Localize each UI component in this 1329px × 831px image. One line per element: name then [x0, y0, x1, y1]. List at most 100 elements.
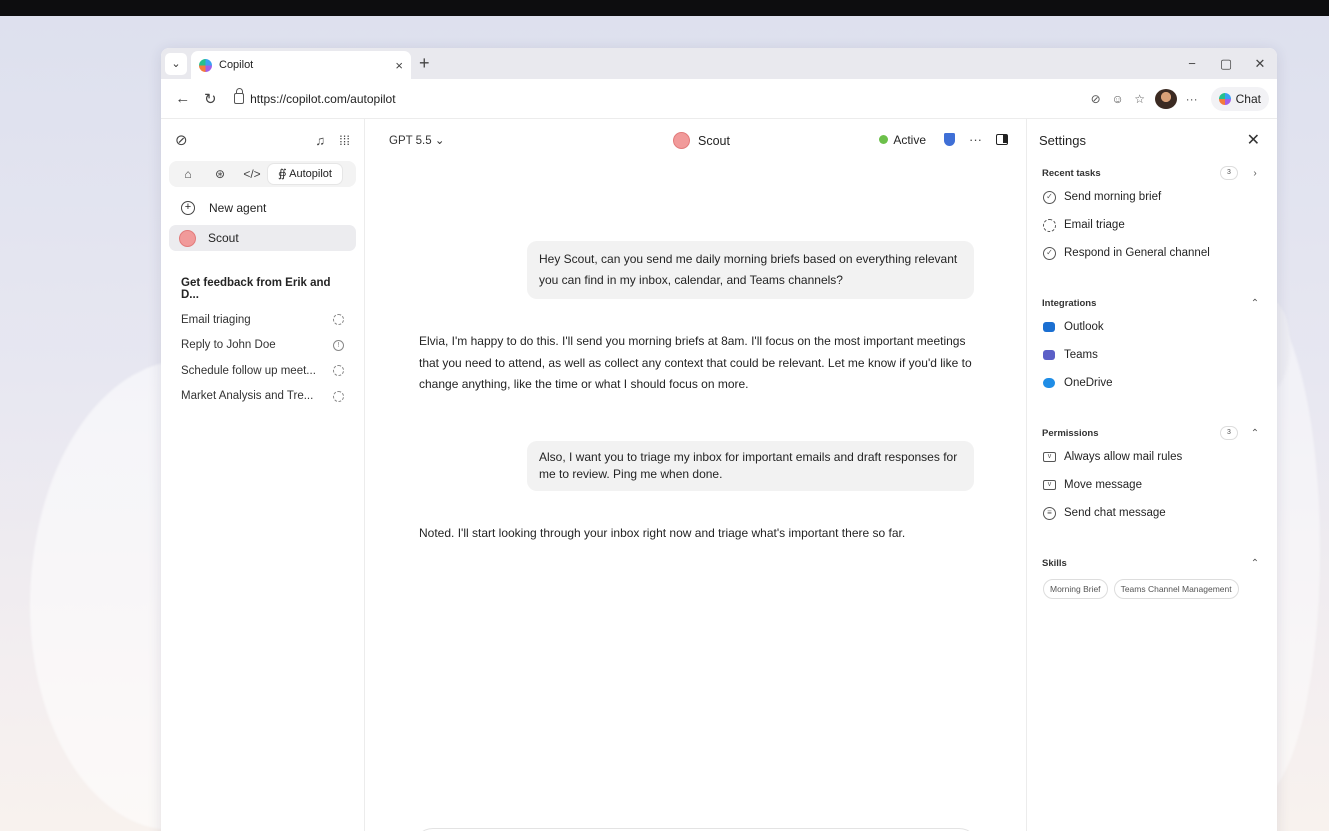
agents-icon[interactable]: ⊛: [204, 167, 236, 181]
more-icon[interactable]: ···: [1181, 92, 1203, 106]
screen-top-bar: [0, 0, 1329, 16]
copilot-chat-button[interactable]: Chat: [1210, 86, 1269, 111]
url-field[interactable]: https://copilot.com/autopilot: [228, 86, 1077, 112]
minimize-button[interactable]: −: [1175, 56, 1209, 71]
more-icon[interactable]: ···: [969, 132, 982, 147]
task-label: Email triaging: [181, 313, 251, 326]
pending-status-icon: [333, 390, 344, 402]
chevron-right-icon[interactable]: ›: [1246, 168, 1264, 179]
list-item[interactable]: v Always allow mail rules: [1039, 443, 1264, 471]
back-icon[interactable]: ←: [169, 90, 197, 107]
list-item[interactable]: OneDrive: [1039, 369, 1264, 397]
list-item[interactable]: ≡ Send chat message: [1039, 499, 1264, 527]
integrations-section: Integrations ⌃ Outlook Teams OneDrive: [1039, 293, 1264, 397]
close-tab-icon[interactable]: ×: [395, 58, 403, 73]
chat-panel: GPT 5.5 ⌄ Scout Active ··· Hey Scout, ca…: [365, 119, 1027, 831]
chevron-up-icon[interactable]: ⌃: [1246, 428, 1264, 439]
refresh-icon[interactable]: ↻: [197, 90, 225, 108]
section-title: Skills: [1042, 557, 1067, 569]
copilot-logo-icon: [1218, 92, 1231, 105]
user-message: Also, I want you to triage my inbox for …: [527, 441, 974, 491]
item-label: Send chat message: [1064, 507, 1166, 519]
shield-icon[interactable]: [944, 133, 955, 146]
list-item[interactable]: Email triaging: [169, 307, 356, 333]
scout-avatar-icon: [179, 229, 196, 247]
outlook-icon: [1043, 322, 1055, 332]
section-header[interactable]: Integrations ⌃: [1039, 293, 1264, 313]
model-selector[interactable]: GPT 5.5 ⌄: [389, 133, 444, 147]
list-item[interactable]: v Move message: [1039, 471, 1264, 499]
url-text: https://copilot.com/autopilot: [250, 91, 396, 106]
task-group-title[interactable]: Get feedback from Erik and D...: [169, 277, 356, 301]
sidebar: ⊘ ♫ ⁞⁞⁞ ⌂ ⊛ </> ∯ Autopilot + New agent …: [161, 119, 365, 831]
item-label: Respond in General channel: [1064, 247, 1210, 259]
skill-chip[interactable]: Morning Brief: [1043, 579, 1108, 599]
address-bar-icons: ⊘ ☺ ☆ ···: [1085, 88, 1203, 109]
close-window-button[interactable]: ✕: [1243, 56, 1277, 72]
settings-header: Settings ✕: [1039, 119, 1264, 161]
task-label: Market Analysis and Tre...: [181, 390, 314, 403]
copilot-logo-icon[interactable]: ⊘: [175, 131, 188, 149]
chevron-up-icon[interactable]: ⌃: [1246, 558, 1264, 569]
section-title: Integrations: [1042, 297, 1097, 309]
section-header[interactable]: Permissions 3 ⌃: [1039, 423, 1264, 443]
new-agent-button[interactable]: + New agent: [169, 195, 356, 221]
code-icon[interactable]: </>: [236, 167, 268, 181]
tab-strip: ⌄ Copilot × + − ▢ ✕: [161, 48, 1277, 79]
address-bar: ← ↻ https://copilot.com/autopilot ⊘ ☺ ☆ …: [161, 79, 1277, 119]
section-header[interactable]: Recent tasks 3 ›: [1039, 163, 1264, 183]
pending-status-icon: [333, 314, 344, 326]
tracking-prevention-icon[interactable]: ⊘: [1085, 92, 1107, 106]
maximize-button[interactable]: ▢: [1209, 56, 1243, 72]
tab-list-button[interactable]: ⌄: [165, 52, 187, 75]
favorites-icon[interactable]: ☆: [1129, 92, 1151, 106]
permissions-section: Permissions 3 ⌃ v Always allow mail rules…: [1039, 423, 1264, 527]
task-label: Schedule follow up meet...: [181, 364, 316, 377]
item-label: Always allow mail rules: [1064, 451, 1183, 463]
list-item[interactable]: ✓ Send morning brief: [1039, 183, 1264, 211]
tab-autopilot[interactable]: ∯ Autopilot: [268, 164, 342, 184]
list-item[interactable]: Reply to John Doe !: [169, 333, 356, 359]
mode-switcher: ⌂ ⊛ </> ∯ Autopilot: [169, 161, 356, 187]
list-item[interactable]: Email triage: [1039, 211, 1264, 239]
app-body: ⊘ ♫ ⁞⁞⁞ ⌂ ⊛ </> ∯ Autopilot + New agent …: [161, 119, 1277, 831]
item-label: Move message: [1064, 479, 1142, 491]
agent-name: Scout: [698, 133, 730, 148]
agent-title: Scout: [673, 132, 730, 149]
section-title: Permissions: [1042, 427, 1099, 439]
settings-title: Settings: [1039, 132, 1086, 148]
list-item[interactable]: Teams: [1039, 341, 1264, 369]
window-controls: − ▢ ✕: [1175, 48, 1277, 79]
list-item[interactable]: Market Analysis and Tre...: [169, 384, 356, 410]
recent-tasks-section: Recent tasks 3 › ✓ Send morning brief Ema…: [1039, 163, 1264, 267]
count-badge: 3: [1220, 426, 1238, 440]
task-list: Email triaging Reply to John Doe ! Sched…: [169, 307, 356, 409]
chevron-up-icon[interactable]: ⌃: [1246, 298, 1264, 309]
home-icon[interactable]: ⌂: [172, 167, 204, 181]
emoji-icon[interactable]: ☺: [1107, 92, 1129, 106]
new-tab-button[interactable]: +: [419, 53, 430, 74]
list-item[interactable]: ✓ Respond in General channel: [1039, 239, 1264, 267]
list-item[interactable]: Schedule follow up meet...: [169, 358, 356, 384]
active-status-dot-icon: [879, 135, 889, 144]
profile-avatar[interactable]: [1154, 88, 1177, 109]
skill-chip[interactable]: Teams Channel Management: [1113, 579, 1239, 599]
chat-header-actions: Active ···: [879, 132, 1008, 147]
bell-icon[interactable]: ♫: [315, 133, 325, 148]
count-badge: 3: [1220, 166, 1238, 180]
lock-icon: [234, 88, 245, 104]
check-circle-icon: ✓: [1043, 190, 1056, 204]
close-icon[interactable]: ✕: [1247, 130, 1260, 150]
sidebar-item-scout[interactable]: Scout: [169, 225, 356, 251]
scout-avatar-icon: [673, 132, 690, 149]
section-header[interactable]: Skills ⌃: [1039, 553, 1264, 573]
app-grid-icon[interactable]: ⁞⁞⁞: [339, 133, 350, 148]
browser-tab[interactable]: Copilot ×: [191, 51, 411, 79]
onedrive-icon: [1043, 378, 1055, 388]
section-title: Recent tasks: [1042, 167, 1101, 179]
assistant-message: Elvia, I'm happy to do this. I'll send y…: [419, 334, 972, 391]
mail-icon: v: [1043, 452, 1056, 462]
item-label: OneDrive: [1064, 377, 1113, 389]
side-panel-toggle-icon[interactable]: [996, 134, 1008, 145]
list-item[interactable]: Outlook: [1039, 313, 1264, 341]
